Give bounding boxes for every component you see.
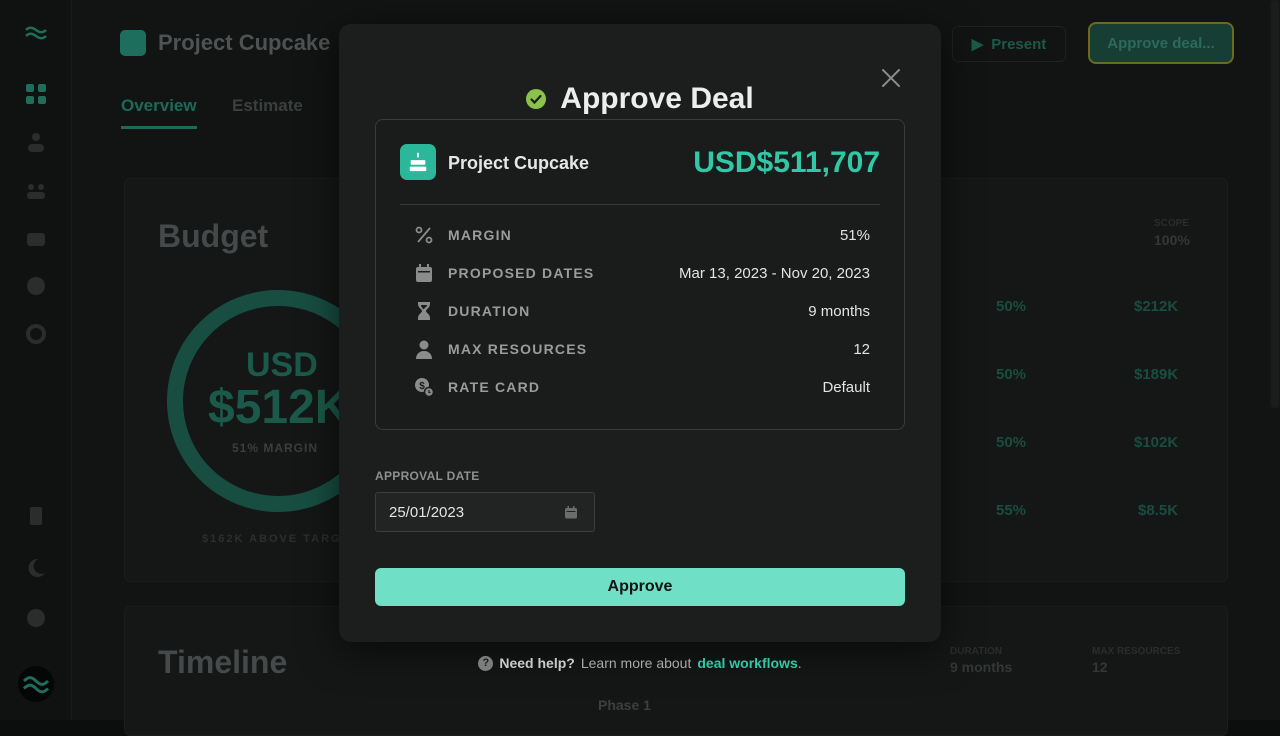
approve-button[interactable]: Approve (375, 568, 905, 606)
deal-workflows-link[interactable]: deal workflows (697, 655, 797, 671)
approval-date-input[interactable] (389, 503, 549, 521)
help-footer: ? Need help? Learn more about deal workfl… (0, 655, 1280, 671)
help-end: . (797, 655, 802, 671)
detail-label: MAX RESOURCES (448, 341, 588, 357)
modal-title: Approve Deal (339, 82, 941, 116)
deal-name: Project Cupcake (448, 153, 590, 173)
detail-value: 9 months (808, 302, 870, 320)
cake-icon (400, 144, 436, 180)
detail-row-duration: DURATION 9 months (412, 299, 870, 323)
detail-label: MARGIN (448, 227, 512, 243)
question-icon: ? (478, 655, 494, 671)
deal-summary-card: Project Cupcake USD$511,707 MARGIN 51% P… (375, 119, 905, 430)
detail-value: 51% (839, 226, 870, 244)
calendar-icon[interactable] (564, 505, 578, 519)
detail-label: DURATION (448, 303, 531, 319)
percent-icon (412, 223, 436, 247)
detail-label: PROPOSED DATES (448, 265, 595, 281)
hourglass-icon (412, 299, 436, 323)
detail-row-margin: MARGIN 51% (412, 223, 870, 247)
help-lead: Need help? (499, 655, 575, 671)
help-text: Learn more about (580, 655, 692, 671)
approval-date-label: APPROVAL DATE (375, 469, 480, 483)
rate-card-icon: $ (412, 375, 436, 399)
close-icon[interactable] (880, 67, 902, 89)
divider (400, 204, 880, 205)
detail-value: 12 (853, 340, 870, 358)
approve-deal-modal: Approve Deal Project Cupcake USD$511,707… (339, 24, 941, 642)
detail-row-rate-card: $ RATE CARD Default (412, 375, 870, 399)
modal-title-text: Approve Deal (560, 82, 754, 115)
check-circle-icon (526, 89, 547, 109)
approval-date-field[interactable] (375, 492, 595, 532)
person-icon (412, 337, 436, 361)
detail-row-max-resources: MAX RESOURCES 12 (412, 337, 870, 361)
calendar-icon (412, 261, 436, 285)
detail-value: Default (822, 378, 870, 396)
detail-row-proposed-dates: PROPOSED DATES Mar 13, 2023 - Nov 20, 20… (412, 261, 870, 285)
detail-value: Mar 13, 2023 - Nov 20, 2023 (679, 264, 870, 282)
detail-label: RATE CARD (448, 379, 541, 395)
deal-amount: USD$511,707 (693, 146, 880, 179)
